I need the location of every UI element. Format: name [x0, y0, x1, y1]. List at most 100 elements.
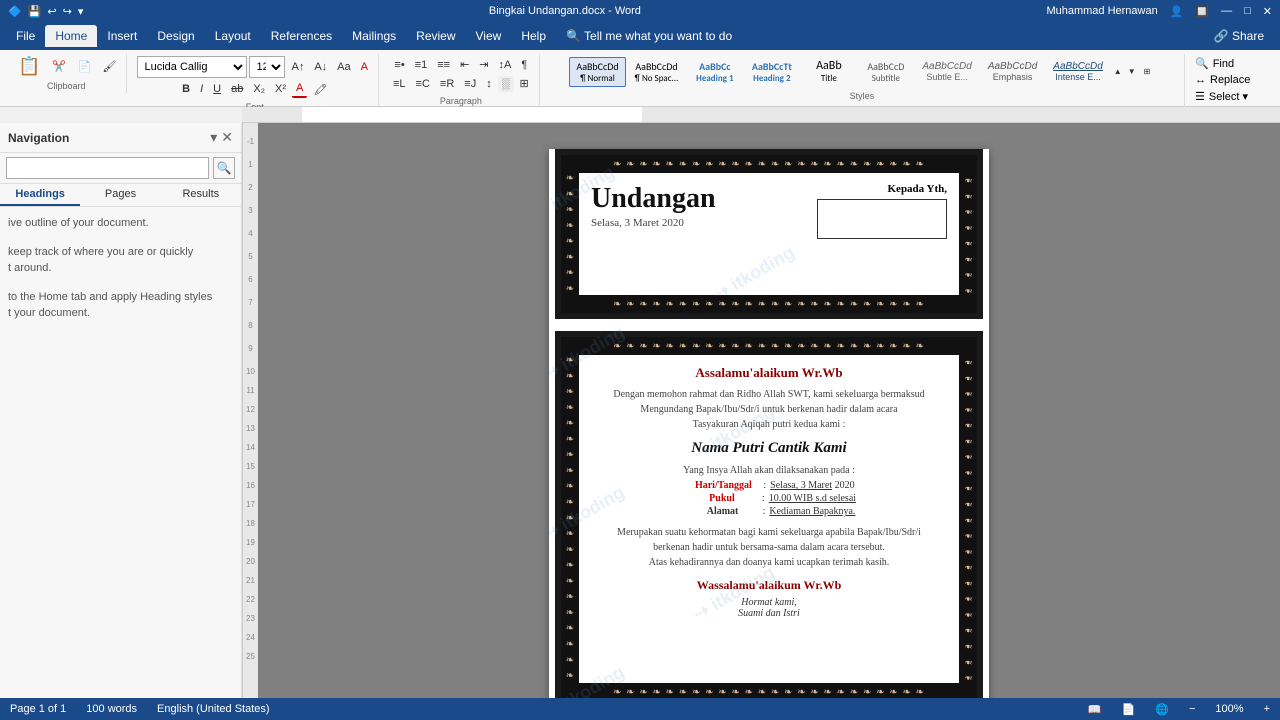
- view-print[interactable]: 📄: [1122, 703, 1136, 716]
- top-section-content: Undangan Selasa, 3 Maret 2020 Kepada Yth…: [579, 173, 959, 295]
- font-family-select[interactable]: Lucida Callig: [137, 56, 247, 78]
- style-subtitle[interactable]: AaBbCcDSubtitle: [858, 57, 913, 87]
- view-web[interactable]: 🌐: [1155, 703, 1169, 716]
- main-area: Navigation ▾ ✕ 🔍 Headings Pages Results …: [0, 123, 1280, 718]
- justify-button[interactable]: ≡J: [460, 76, 480, 92]
- minimize-button[interactable]: —: [1221, 5, 1232, 17]
- sidebar-line4: to the Home tab and apply Heading styles: [8, 289, 233, 306]
- clipboard-label: Clipboard: [47, 81, 86, 91]
- styles-expand-button[interactable]: ⊞: [1140, 65, 1155, 78]
- paste-button[interactable]: 📋: [12, 56, 46, 77]
- ribbon-toggle[interactable]: 🔲: [1195, 5, 1209, 18]
- tab-help[interactable]: Help: [511, 25, 556, 47]
- sidebar-tab-headings[interactable]: Headings: [0, 184, 80, 206]
- tab-references[interactable]: References: [261, 25, 342, 47]
- tab-review[interactable]: Review: [406, 25, 465, 47]
- style-emphasis[interactable]: AaBbCcDdEmphasis: [981, 58, 1044, 85]
- change-case-button[interactable]: A: [357, 59, 372, 75]
- align-row: ≡L ≡C ≡R ≡J ↕ ░ ⊞: [389, 75, 533, 92]
- subscript-button[interactable]: X₂: [249, 81, 269, 97]
- font-color-button[interactable]: A: [292, 80, 307, 98]
- strikethrough-button[interactable]: ab: [227, 81, 247, 97]
- numbering-button[interactable]: ≡1: [411, 57, 432, 73]
- colon-0: :: [763, 480, 766, 491]
- colon-2: :: [763, 506, 766, 517]
- borders-button[interactable]: ⊞: [516, 75, 533, 92]
- shrink-font-button[interactable]: A↓: [310, 59, 331, 75]
- tab-home[interactable]: Home: [45, 25, 97, 47]
- tab-view[interactable]: View: [466, 25, 512, 47]
- detail-row-0: Hari/Tanggal : Selasa, 3 Maret 2020: [683, 480, 854, 491]
- decrease-indent-button[interactable]: ⇤: [456, 56, 473, 73]
- tab-search[interactable]: 🔍 Tell me what you want to do: [556, 25, 742, 47]
- increase-indent-button[interactable]: ⇥: [475, 56, 492, 73]
- tab-mailings[interactable]: Mailings: [342, 25, 406, 47]
- invite-to-rect[interactable]: [817, 199, 947, 239]
- quick-access-save[interactable]: 💾: [28, 5, 42, 18]
- style-intense-emphasis[interactable]: AaBbCcDdIntense E...: [1046, 58, 1109, 85]
- sort-button[interactable]: ↕A: [495, 57, 516, 73]
- word-icon: 🔷: [8, 5, 22, 18]
- closing-salam: Wassalamu'alaikum Wr.Wb: [593, 578, 945, 593]
- line-spacing-button[interactable]: ↕: [482, 76, 496, 92]
- bold-button[interactable]: B: [178, 81, 194, 97]
- share-button[interactable]: 🔗 Share: [1204, 25, 1274, 47]
- sidebar-search-button[interactable]: 🔍: [213, 157, 235, 179]
- find-button[interactable]: 🔍 Find: [1191, 56, 1268, 71]
- close-button[interactable]: ✕: [1263, 5, 1272, 18]
- sidebar-close-button[interactable]: ✕: [221, 129, 233, 146]
- align-center-button[interactable]: ≡C: [412, 76, 434, 92]
- copy-button[interactable]: 📄: [73, 58, 95, 75]
- list-row: ≡• ≡1 ≡≡ ⇤ ⇥ ↕A ¶: [390, 56, 531, 73]
- italic-button[interactable]: I: [196, 81, 207, 97]
- style-heading2[interactable]: AaBbCcTtHeading 2: [744, 57, 799, 87]
- align-left-button[interactable]: ≡L: [389, 76, 410, 92]
- label-hari: Hari/Tanggal: [683, 480, 763, 491]
- underline-button[interactable]: U: [209, 81, 225, 97]
- bullets-button[interactable]: ≡•: [390, 57, 408, 73]
- zoom-in[interactable]: +: [1264, 703, 1270, 715]
- font-size-select[interactable]: 12: [249, 56, 285, 78]
- clear-format-button[interactable]: Aa: [333, 59, 354, 75]
- document-area[interactable]: ⇢ itkoding ⇢ itkoding ⇢ itkoding ⇢ itkod…: [258, 123, 1280, 718]
- format-painter-button[interactable]: 🖌: [99, 58, 121, 75]
- cut-button[interactable]: ✂️: [48, 58, 70, 75]
- style-title[interactable]: AaBbTitle: [801, 56, 856, 87]
- zoom-out[interactable]: −: [1189, 703, 1195, 715]
- align-right-button[interactable]: ≡R: [436, 76, 458, 92]
- select-button[interactable]: ☰ Select ▾: [1191, 89, 1268, 104]
- font-style-row: B I U ab X₂ X² A 🖍: [178, 80, 331, 98]
- tab-insert[interactable]: Insert: [97, 25, 147, 47]
- style-heading1[interactable]: AaBbCcHeading 1: [687, 57, 742, 87]
- replace-button[interactable]: ↔ Replace: [1191, 73, 1268, 87]
- title-left: Undangan Selasa, 3 Maret 2020: [591, 183, 716, 229]
- superscript-button[interactable]: X²: [271, 81, 290, 97]
- styles-gallery: AaBbCcDd¶ Normal AaBbCcDd¶ No Spac... Aa…: [569, 56, 1154, 87]
- detail-rows: Hari/Tanggal : Selasa, 3 Maret 2020 Puku…: [593, 480, 945, 517]
- style-subtle-emphasis[interactable]: AaBbCcDdSubtle E...: [915, 58, 978, 85]
- val-hari: Selasa, 3 Maret 2020: [770, 480, 854, 491]
- grow-font-button[interactable]: A↑: [287, 59, 308, 75]
- tab-design[interactable]: Design: [147, 25, 204, 47]
- sidebar-line3: t around.: [8, 260, 233, 277]
- sidebar-dropdown-button[interactable]: ▾: [210, 129, 217, 146]
- quick-access-redo[interactable]: ↪: [63, 5, 72, 18]
- tab-layout[interactable]: Layout: [205, 25, 261, 47]
- sidebar-tab-results[interactable]: Results: [161, 184, 241, 206]
- view-read[interactable]: 📖: [1088, 703, 1102, 716]
- show-marks-button[interactable]: ¶: [517, 57, 531, 73]
- sidebar-tab-pages[interactable]: Pages: [80, 184, 160, 206]
- ruler-inner: [242, 107, 1280, 122]
- tabs-row: File Home Insert Design Layout Reference…: [0, 22, 1280, 50]
- style-normal[interactable]: AaBbCcDd¶ Normal: [569, 57, 625, 87]
- quick-access-undo[interactable]: ↩: [47, 5, 56, 18]
- highlight-button[interactable]: 🖍: [309, 81, 331, 98]
- maximize-button[interactable]: □: [1244, 5, 1251, 17]
- multilevel-button[interactable]: ≡≡: [433, 57, 454, 73]
- sidebar-search-input[interactable]: [6, 157, 209, 179]
- tab-file[interactable]: File: [6, 25, 45, 47]
- shading-button[interactable]: ░: [498, 76, 514, 92]
- styles-down-button[interactable]: ▼: [1126, 67, 1138, 76]
- styles-up-button[interactable]: ▲: [1112, 67, 1124, 76]
- style-no-space[interactable]: AaBbCcDd¶ No Spac...: [628, 57, 686, 87]
